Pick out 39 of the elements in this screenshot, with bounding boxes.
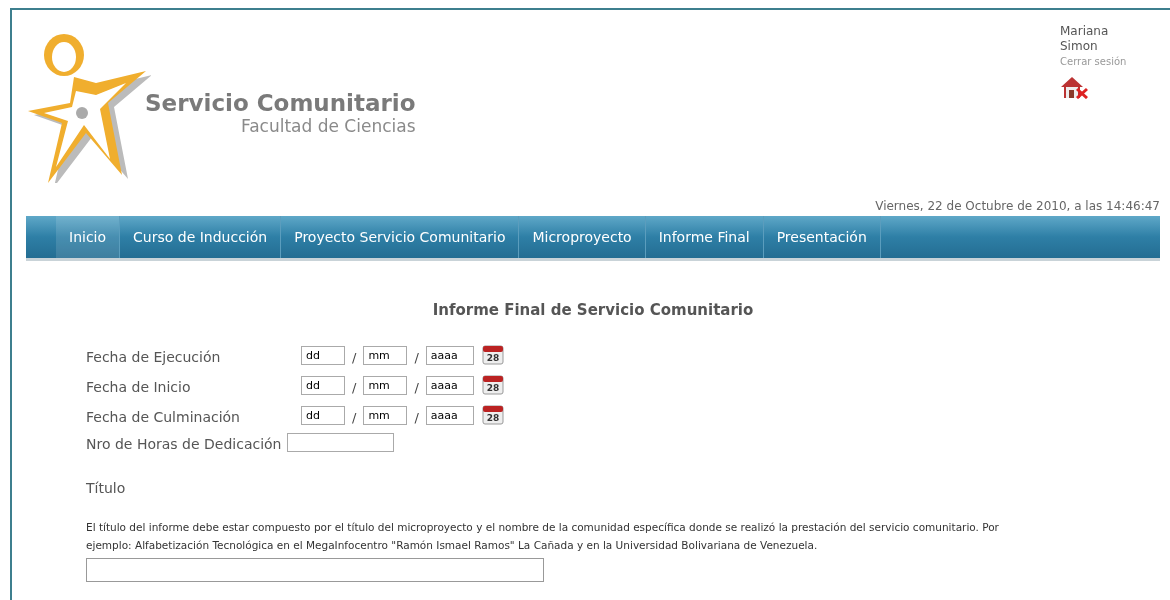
date-input[interactable]: mm (363, 346, 408, 365)
title-label: Título (86, 480, 127, 496)
date-separator: / (352, 380, 357, 395)
calendar-icon[interactable]: 28 (481, 373, 504, 395)
hours-input[interactable] (287, 433, 395, 452)
nav-tab[interactable]: Microproyecto (519, 216, 646, 258)
current-datetime: Viernes, 22 de Octubre de 2010, a las 14:46:47 (874, 199, 1160, 213)
date-input[interactable]: aaaa (425, 346, 474, 365)
house-logout-icon[interactable] (1060, 75, 1088, 99)
date-input[interactable]: dd (301, 406, 345, 425)
site-title: Servicio Comunitario (145, 89, 416, 116)
field-label: Fecha de Inicio (86, 379, 192, 395)
nav-tab[interactable]: Informe Final (645, 216, 764, 258)
title-input[interactable] (86, 558, 544, 582)
nav-tab[interactable]: Curso de Inducción (120, 216, 282, 258)
date-input[interactable]: mm (363, 376, 408, 395)
nav-tab[interactable]: Proyecto Servicio Comunitario (281, 216, 520, 258)
date-separator: / (414, 350, 419, 365)
title-help-text: El título del informe debe estar compuesto por el título del microproyecto y el nombre de la comunidad específica donde se realizó la prestación del servicio comunitario. Por ejemplo: Alfabetización Tecnológica en el MegaInfocentro "Ramón Ismael Ramos" La Cañada y en la Universidad Bolivariana de Venezuela. (86, 520, 1000, 553)
site-subtitle: Facultad de Ciencias (240, 115, 416, 136)
calendar-icon[interactable]: 28 (481, 403, 504, 425)
date-input[interactable]: dd (301, 346, 345, 365)
date-separator: / (352, 350, 357, 365)
date-input[interactable]: aaaa (425, 376, 474, 395)
user-last-name: Simon (1060, 39, 1099, 54)
field-label: Fecha de Ejecución (86, 349, 222, 365)
date-separator: / (414, 410, 419, 425)
user-first-name: Mariana (1060, 24, 1110, 39)
field-label: Nro de Horas de Dedicación (86, 436, 282, 452)
form-title: Informe Final de Servicio Comunitario (431, 301, 755, 319)
nav-tab[interactable]: Inicio (56, 216, 121, 258)
nav-tab[interactable]: Presentación (763, 216, 881, 258)
date-input[interactable]: mm (363, 406, 408, 425)
field-label: Fecha de Culminación (86, 409, 241, 425)
date-separator: / (352, 410, 357, 425)
calendar-icon[interactable]: 28 (481, 343, 504, 365)
date-separator: / (414, 380, 419, 395)
date-input[interactable]: aaaa (425, 406, 474, 425)
date-input[interactable]: dd (301, 376, 345, 395)
